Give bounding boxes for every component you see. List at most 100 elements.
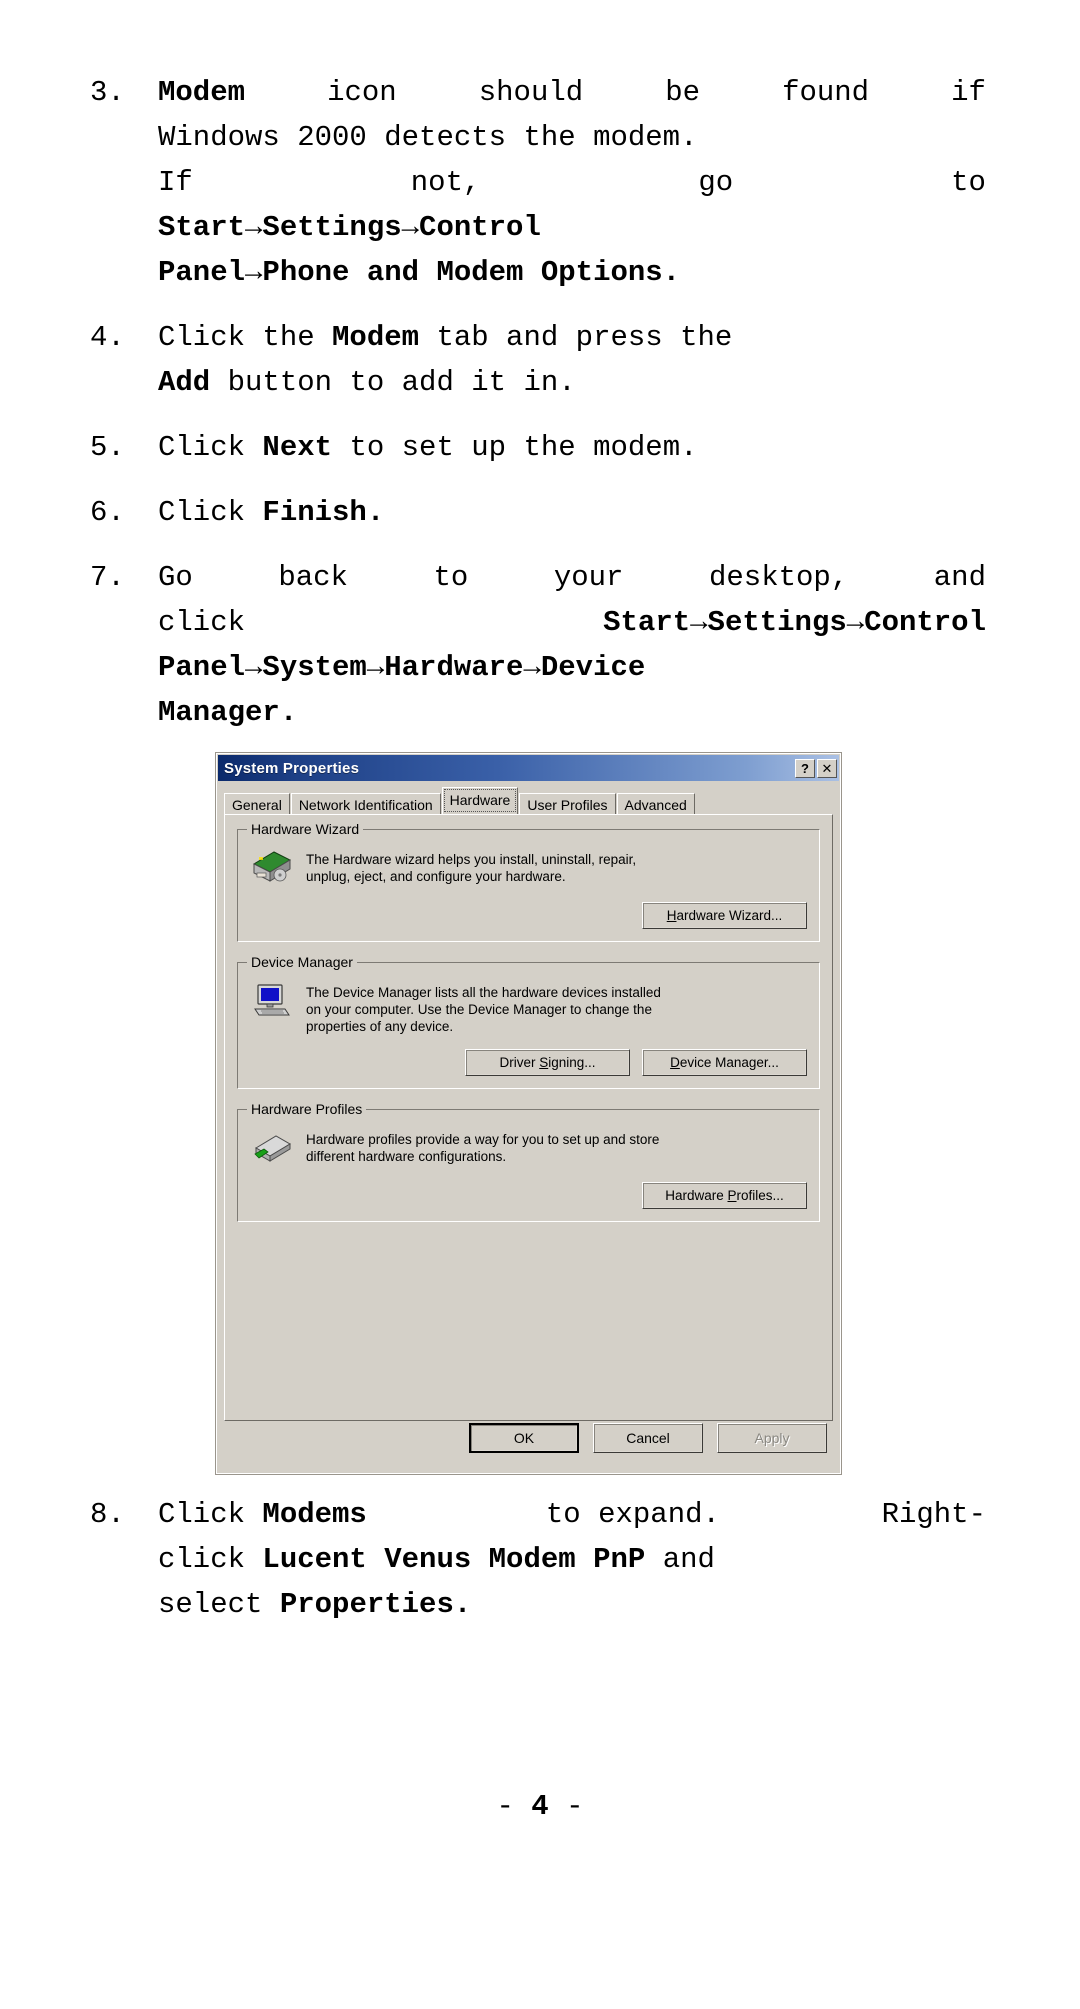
text-line: click Lucent Venus Modem PnP and [158,1537,986,1582]
word: If [158,166,193,199]
group-hardware-profiles: Hardware Profiles Hardware profiles prov… [237,1101,820,1222]
nav-path-line: Start→Settings→Control [603,606,986,639]
text-fragment: to set up the modem. [332,431,698,464]
driver-signing-button[interactable]: Driver Signing... [465,1049,630,1076]
nav-path-line: Panel→System→Hardware→Device [158,651,646,684]
document-page: 3. Modem icon should be found if Windows… [0,0,1080,2009]
text-line: If not, go to [158,160,986,205]
button-label-rest: igning... [548,1055,596,1070]
group-description: The Device Manager lists all the hardwar… [306,981,661,1035]
list-item-4: 4. Click the Modem tab and press the Add… [86,315,986,405]
page-number-suffix: - [566,1790,584,1823]
text-fragment: tab and press the [419,321,733,354]
text-fragment: button to add it in. [210,366,576,399]
hardware-card-icon [250,848,294,888]
list-item-6: 6. Click Finish. [86,490,986,535]
group-button-row: Hardware Wizard... [250,902,807,929]
group-legend: Hardware Wizard [247,821,364,837]
dialog-tabstrip[interactable]: General Network Identification Hardware … [224,787,833,816]
text-fragment: Click [158,496,263,529]
list-item-number: 8. [90,1498,125,1531]
text-fragment: Click Modems [158,1492,367,1537]
description-line: on your computer. Use the Device Manager… [306,1002,652,1017]
word: if [951,76,986,109]
list-item-number: 5. [90,431,125,464]
dialog-titlebar[interactable]: System Properties ? ✕ [218,755,839,781]
word: found [782,76,870,109]
group-button-row: Hardware Profiles... [250,1182,807,1209]
word: to [951,166,986,199]
text-line: Click Finish. [158,490,986,535]
word: desktop, [709,561,849,594]
word: be [665,76,701,109]
keyword-modem: Modem [158,76,246,109]
text-line: Go back to your desktop, and [158,555,986,600]
nav-path-line: Start→Settings→Control [158,211,541,244]
keyword-finish: Finish. [262,496,385,529]
word: back [278,561,348,594]
apply-button: Apply [717,1423,827,1453]
instruction-list-top: 3. Modem icon should be found if Windows… [86,70,986,755]
keyword-add: Add [158,366,211,399]
hardware-tab-panel: Hardware Wizard The Hardware wizard help… [224,814,833,1421]
device-manager-button[interactable]: Device Manager... [642,1049,807,1076]
text-line: Click Next to set up the modem. [158,425,986,470]
text-line: Click the Modem tab and press the [158,315,986,360]
tab-advanced[interactable]: Advanced [616,793,695,816]
group-device-manager: Device Manager The Device Manager lists … [237,954,820,1089]
help-icon[interactable]: ? [795,758,815,778]
list-item-5: 5. Click Next to set up the modem. [86,425,986,470]
group-button-row: Driver Signing... Device Manager... [250,1049,807,1076]
list-item-body: Go back to your desktop, and click Start… [158,555,986,735]
list-item-7: 7. Go back to your desktop, and click St… [86,555,986,735]
description-line: Hardware profiles provide a way for you … [306,1132,660,1147]
word: should [478,76,584,109]
hardware-profiles-button[interactable]: Hardware Profiles... [642,1182,807,1209]
group-description: Hardware profiles provide a way for you … [306,1128,659,1165]
list-item-body: Click the Modem tab and press the Add bu… [158,315,986,405]
text-fragment: Click the [158,321,333,354]
close-icon[interactable]: ✕ [817,758,837,778]
tab-network-identification[interactable]: Network Identification [290,793,441,816]
dialog-title: System Properties [224,759,360,777]
page-number-value: 4 [531,1790,549,1823]
button-label-rest: evice Manager... [679,1055,779,1070]
description-line: unplug, eject, and configure your hardwa… [306,869,566,884]
description-line: properties of any device. [306,1019,454,1034]
ok-button[interactable]: OK [469,1423,579,1453]
word: icon [327,76,397,109]
tab-user-profiles[interactable]: User Profiles [519,793,616,816]
list-item-body: Click Next to set up the modem. [158,425,986,470]
keyword-device-name: Lucent Venus Modem PnP [262,1543,646,1576]
text-fragment: click [158,1543,263,1576]
hardware-wizard-button[interactable]: Hardware Wizard... [642,902,807,929]
text-line: click Start→Settings→Control [158,600,986,645]
description-line: different hardware configurations. [306,1149,507,1164]
list-item-number: 6. [90,496,125,529]
keyword-modems: Modems [262,1498,367,1531]
text-fragment: and [645,1543,715,1576]
tab-general[interactable]: General [224,793,290,816]
group-content: The Device Manager lists all the hardwar… [250,981,807,1035]
page-number: - 4 - [0,1790,1080,1823]
word: not, [410,166,481,199]
group-content: The Hardware wizard helps you install, u… [250,848,807,888]
tab-hardware[interactable]: Hardware [441,787,519,814]
word: click [158,606,246,639]
system-properties-dialog[interactable]: System Properties ? ✕ General Network Id… [215,752,842,1475]
text-line: Windows 2000 detects the modem. [158,121,698,154]
list-item-number: 4. [90,321,125,354]
text-line: select Properties. [158,1582,986,1627]
cancel-button[interactable]: Cancel [593,1423,703,1453]
instruction-list-bottom: 8. Click Modems to expand. Right- click … [86,1492,986,1647]
text-line: Add button to add it in. [158,360,986,405]
word: Click [158,1498,263,1531]
nav-path-line: Panel→Phone and Modem Options. [158,256,681,289]
word: Right- [881,1498,986,1531]
button-label-rest: ardware Wizard... [676,908,783,923]
keyword-properties: Properties. [279,1588,472,1621]
text-fragment: select [158,1588,280,1621]
text-line: Click Modems to expand. Right- [158,1492,986,1537]
word: Go [158,561,193,594]
dialog-footer-buttons: OK Cancel Apply [216,1416,841,1474]
